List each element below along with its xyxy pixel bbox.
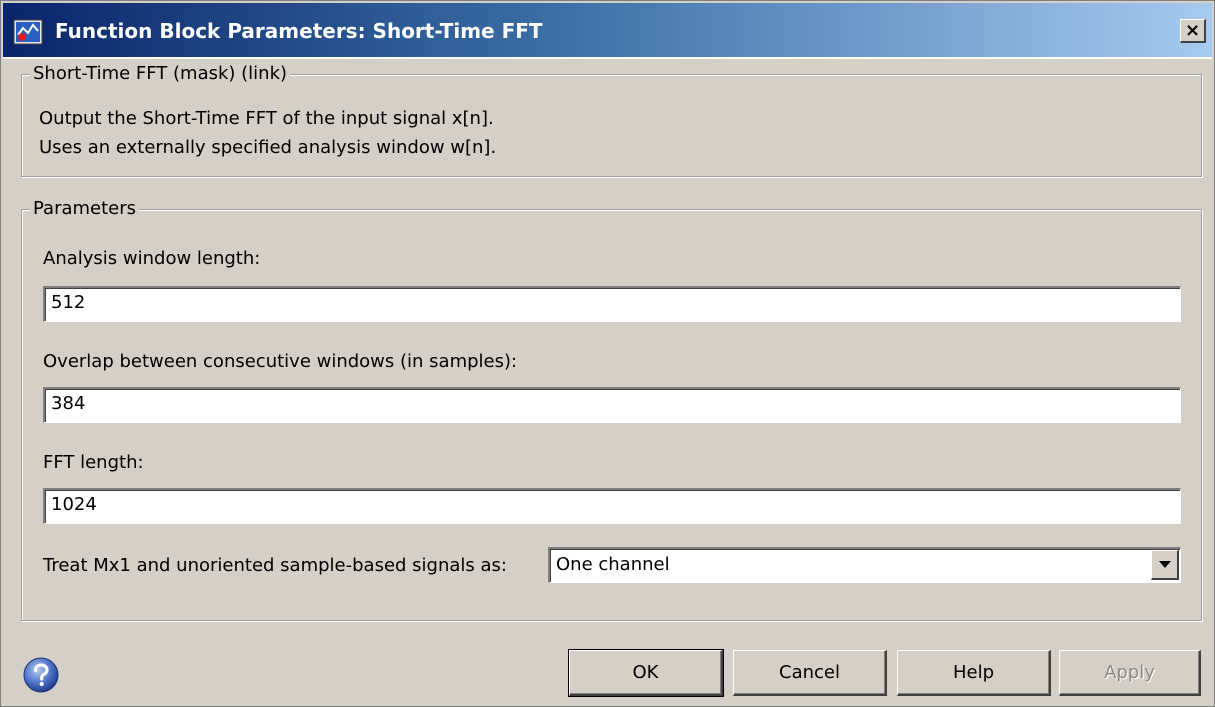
dropdown-button[interactable] (1151, 550, 1179, 580)
dialog-window: Function Block Parameters: Short-Time FF… (0, 0, 1215, 707)
question-mark-icon[interactable] (22, 656, 60, 694)
parameters-group-legend: Parameters (30, 199, 140, 219)
title-bar[interactable]: Function Block Parameters: Short-Time FF… (3, 3, 1212, 59)
treat-signals-label: Treat Mx1 and unoriented sample-based si… (43, 555, 507, 576)
analysis-window-length-label: Analysis window length: (43, 248, 261, 269)
analysis-window-length-input[interactable]: 512 (43, 286, 1181, 322)
close-button[interactable]: × (1180, 19, 1206, 43)
chevron-down-icon (1159, 561, 1171, 568)
close-icon: × (1184, 19, 1201, 41)
overlap-label: Overlap between consecutive windows (in … (43, 351, 518, 372)
mask-description-line-2: Uses an externally specified analysis wi… (39, 137, 497, 158)
mask-group-legend: Short-Time FFT (mask) (link) (30, 64, 291, 84)
apply-button[interactable]: Apply (1059, 650, 1201, 696)
overlap-input[interactable]: 384 (43, 387, 1181, 423)
cancel-button[interactable]: Cancel (733, 650, 887, 696)
mask-description-line-1: Output the Short-Time FFT of the input s… (39, 108, 494, 129)
treat-signals-selected-value: One channel (556, 554, 670, 575)
simulink-block-icon (13, 19, 43, 45)
help-button[interactable]: Help (897, 650, 1051, 696)
fft-length-input[interactable]: 1024 (43, 488, 1181, 524)
ok-button[interactable]: OK (568, 649, 724, 697)
treat-signals-select[interactable]: One channel (548, 547, 1181, 583)
fft-length-label: FFT length: (43, 452, 144, 473)
window-title: Function Block Parameters: Short-Time FF… (55, 19, 543, 43)
